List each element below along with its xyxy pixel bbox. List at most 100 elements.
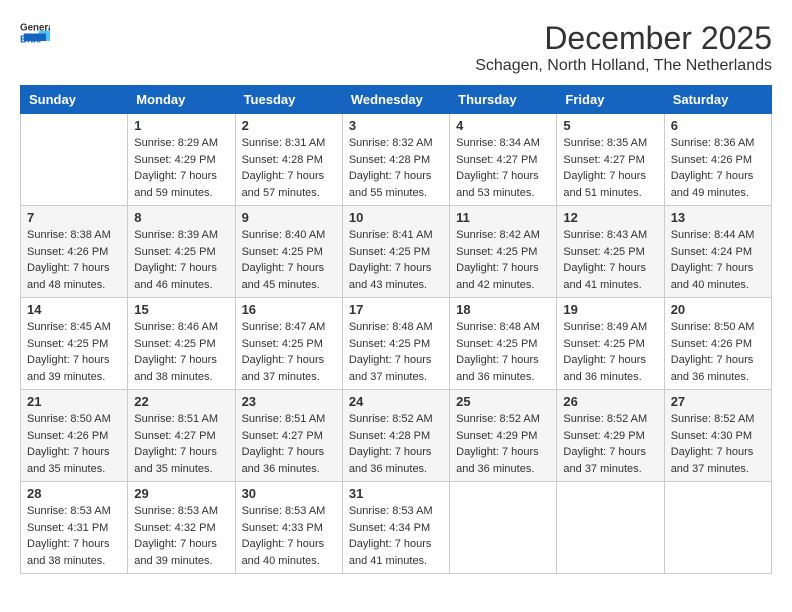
day-number: 14 — [27, 302, 121, 317]
sunset-text: Sunset: 4:34 PM — [349, 520, 443, 537]
daylight-text: Daylight: 7 hours and 45 minutes. — [242, 260, 336, 293]
sunrise-text: Sunrise: 8:39 AM — [134, 227, 228, 244]
day-info: Sunrise: 8:35 AMSunset: 4:27 PMDaylight:… — [563, 135, 657, 201]
calendar-cell: 24Sunrise: 8:52 AMSunset: 4:28 PMDayligh… — [342, 390, 449, 482]
day-info: Sunrise: 8:44 AMSunset: 4:24 PMDaylight:… — [671, 227, 765, 293]
calendar-cell: 8Sunrise: 8:39 AMSunset: 4:25 PMDaylight… — [128, 206, 235, 298]
calendar-cell — [557, 482, 664, 574]
day-number: 9 — [242, 210, 336, 225]
header-wednesday: Wednesday — [342, 86, 449, 114]
calendar-cell: 9Sunrise: 8:40 AMSunset: 4:25 PMDaylight… — [235, 206, 342, 298]
calendar-cell: 26 Sunrise: 8:52 AMSunset: 4:29 PMDayligh… — [557, 390, 664, 482]
daylight-text: Daylight: 7 hours and 35 minutes. — [134, 444, 228, 477]
day-info: Sunrise: 8:52 AMSunset: 4:30 PMDaylight:… — [671, 411, 765, 477]
sunrise-text: Sunrise: 8:53 AM — [242, 503, 336, 520]
sunrise-text: Sunrise: 8:48 AM — [456, 319, 550, 336]
day-info: Sunrise: 8:39 AMSunset: 4:25 PMDaylight:… — [134, 227, 228, 293]
calendar-cell: 1 Sunrise: 8:29 AMSunset: 4:29 PMDaylight… — [128, 114, 235, 206]
sunset-text: Sunset: 4:25 PM — [134, 244, 228, 261]
daylight-text: Daylight: 7 hours and 37 minutes. — [671, 444, 765, 477]
calendar-cell: 22Sunrise: 8:51 AMSunset: 4:27 PMDayligh… — [128, 390, 235, 482]
daylight-text: Daylight: 7 hours and 36 minutes. — [242, 444, 336, 477]
day-number: 3 — [349, 118, 443, 133]
daylight-text: Daylight: 7 hours and 51 minutes. — [563, 168, 657, 201]
day-number: 15 — [134, 302, 228, 317]
day-info: Sunrise: 8:53 AMSunset: 4:33 PMDaylight:… — [242, 503, 336, 569]
sunset-text: Sunset: 4:25 PM — [242, 336, 336, 353]
day-number: 4 — [456, 118, 550, 133]
sunrise-text: Sunrise: 8:34 AM — [456, 135, 550, 152]
day-number: 20 — [671, 302, 765, 317]
sunrise-text: Sunrise: 8:50 AM — [671, 319, 765, 336]
daylight-text: Daylight: 7 hours and 55 minutes. — [349, 168, 443, 201]
sunrise-text: Sunrise: 8:36 AM — [671, 135, 765, 152]
day-number: 26 — [563, 394, 657, 409]
calendar-cell: 12Sunrise: 8:43 AMSunset: 4:25 PMDayligh… — [557, 206, 664, 298]
sunrise-text: Sunrise: 8:53 AM — [349, 503, 443, 520]
daylight-text: Daylight: 7 hours and 36 minutes. — [456, 352, 550, 385]
day-number: 1 — [134, 118, 228, 133]
sunset-text: Sunset: 4:27 PM — [563, 152, 657, 169]
calendar-cell: 30 Sunrise: 8:53 AMSunset: 4:33 PMDayligh… — [235, 482, 342, 574]
sunrise-text: Sunrise: 8:38 AM — [27, 227, 121, 244]
calendar-cell: 21Sunrise: 8:50 AMSunset: 4:26 PMDayligh… — [21, 390, 128, 482]
day-info: Sunrise: 8:31 AMSunset: 4:28 PMDaylight:… — [242, 135, 336, 201]
sunset-text: Sunset: 4:28 PM — [349, 428, 443, 445]
daylight-text: Daylight: 7 hours and 36 minutes. — [456, 444, 550, 477]
sunrise-text: Sunrise: 8:51 AM — [242, 411, 336, 428]
day-info: Sunrise: 8:53 AMSunset: 4:34 PMDaylight:… — [349, 503, 443, 569]
daylight-text: Daylight: 7 hours and 57 minutes. — [242, 168, 336, 201]
sunrise-text: Sunrise: 8:31 AM — [242, 135, 336, 152]
day-info: Sunrise: 8:38 AMSunset: 4:26 PMDaylight:… — [27, 227, 121, 293]
calendar-cell: 2Sunrise: 8:31 AMSunset: 4:28 PMDaylight… — [235, 114, 342, 206]
daylight-text: Daylight: 7 hours and 46 minutes. — [134, 260, 228, 293]
day-number: 28 — [27, 486, 121, 501]
daylight-text: Daylight: 7 hours and 37 minutes. — [349, 352, 443, 385]
daylight-text: Daylight: 7 hours and 53 minutes. — [456, 168, 550, 201]
day-number: 10 — [349, 210, 443, 225]
sunset-text: Sunset: 4:29 PM — [134, 152, 228, 169]
day-number: 6 — [671, 118, 765, 133]
day-info: Sunrise: 8:53 AMSunset: 4:31 PMDaylight:… — [27, 503, 121, 569]
day-number: 30 — [242, 486, 336, 501]
day-info: Sunrise: 8:42 AMSunset: 4:25 PMDaylight:… — [456, 227, 550, 293]
location-title: Schagen, North Holland, The Netherlands — [475, 57, 772, 75]
sunset-text: Sunset: 4:25 PM — [563, 336, 657, 353]
daylight-text: Daylight: 7 hours and 41 minutes. — [349, 536, 443, 569]
day-info: Sunrise: 8:52 AMSunset: 4:29 PMDaylight:… — [456, 411, 550, 477]
sunrise-text: Sunrise: 8:29 AM — [134, 135, 228, 152]
day-number: 13 — [671, 210, 765, 225]
sunset-text: Sunset: 4:25 PM — [456, 336, 550, 353]
sunrise-text: Sunrise: 8:50 AM — [27, 411, 121, 428]
sunset-text: Sunset: 4:29 PM — [456, 428, 550, 445]
daylight-text: Daylight: 7 hours and 38 minutes. — [27, 536, 121, 569]
calendar-cell: 5Sunrise: 8:35 AMSunset: 4:27 PMDaylight… — [557, 114, 664, 206]
sunset-text: Sunset: 4:27 PM — [456, 152, 550, 169]
day-info: Sunrise: 8:43 AMSunset: 4:25 PMDaylight:… — [563, 227, 657, 293]
day-info: Sunrise: 8:48 AMSunset: 4:25 PMDaylight:… — [456, 319, 550, 385]
daylight-text: Daylight: 7 hours and 39 minutes. — [134, 536, 228, 569]
day-info: Sunrise: 8:36 AMSunset: 4:26 PMDaylight:… — [671, 135, 765, 201]
day-info: Sunrise: 8:52 AMSunset: 4:29 PMDaylight:… — [563, 411, 657, 477]
sunset-text: Sunset: 4:25 PM — [349, 244, 443, 261]
sunset-text: Sunset: 4:30 PM — [671, 428, 765, 445]
day-number: 29 — [134, 486, 228, 501]
daylight-text: Daylight: 7 hours and 43 minutes. — [349, 260, 443, 293]
day-info: Sunrise: 8:46 AMSunset: 4:25 PMDaylight:… — [134, 319, 228, 385]
calendar-cell — [450, 482, 557, 574]
day-info: Sunrise: 8:52 AMSunset: 4:28 PMDaylight:… — [349, 411, 443, 477]
sunset-text: Sunset: 4:33 PM — [242, 520, 336, 537]
sunset-text: Sunset: 4:26 PM — [671, 336, 765, 353]
day-number: 21 — [27, 394, 121, 409]
sunrise-text: Sunrise: 8:42 AM — [456, 227, 550, 244]
sunrise-text: Sunrise: 8:49 AM — [563, 319, 657, 336]
calendar-week-1: 7Sunrise: 8:38 AMSunset: 4:26 PMDaylight… — [21, 206, 772, 298]
calendar-cell: 11Sunrise: 8:42 AMSunset: 4:25 PMDayligh… — [450, 206, 557, 298]
daylight-text: Daylight: 7 hours and 36 minutes. — [671, 352, 765, 385]
calendar-cell: 4 Sunrise: 8:34 AMSunset: 4:27 PMDaylight… — [450, 114, 557, 206]
day-info: Sunrise: 8:29 AMSunset: 4:29 PMDaylight:… — [134, 135, 228, 201]
logo-icon: General Blue — [20, 20, 50, 44]
sunrise-text: Sunrise: 8:52 AM — [671, 411, 765, 428]
daylight-text: Daylight: 7 hours and 59 minutes. — [134, 168, 228, 201]
page-header: General Blue December 2025 Schagen, Nort… — [20, 20, 772, 75]
